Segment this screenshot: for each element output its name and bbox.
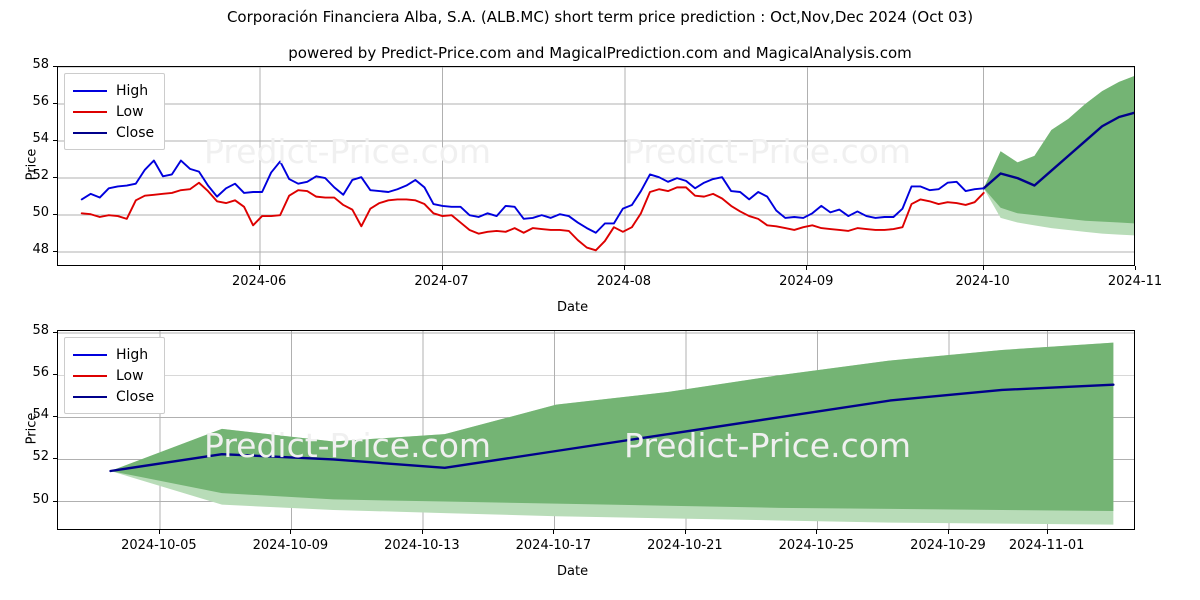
y-tick-mark — [53, 214, 57, 216]
overview-chart-panel: Predict-Price.com Predict-Price.com Pred… — [57, 66, 1135, 266]
chart-subtitle: powered by Predict-Price.com and Magical… — [288, 44, 912, 62]
y-tick-mark — [53, 66, 57, 67]
legend-label-low: Low — [116, 103, 144, 120]
watermark-detail-2: Predict-Price.com — [624, 426, 912, 465]
x-tick-label: 2024-11-01 — [1008, 538, 1085, 553]
legend-label-close: Close — [116, 388, 155, 405]
y-tick-mark — [53, 416, 57, 418]
x-tick-mark — [816, 530, 818, 534]
detail-y-axis-label: Price — [24, 412, 40, 445]
legend-item-close: Close — [73, 122, 154, 143]
x-tick-mark — [982, 266, 984, 270]
x-tick-mark — [623, 266, 625, 270]
y-tick-mark — [53, 103, 57, 105]
x-tick-mark — [1046, 530, 1048, 534]
x-tick-mark — [553, 530, 555, 534]
y-tick-label: 58 — [32, 323, 49, 339]
x-tick-mark — [441, 266, 443, 270]
legend-label-close: Close — [116, 124, 155, 141]
overview-x-axis-label: Date — [557, 300, 589, 315]
overview-legend: High Low Close — [64, 73, 166, 150]
x-tick-mark — [684, 530, 686, 534]
x-tick-mark — [290, 530, 292, 534]
watermark-overview-3: Predict-Price.com — [204, 263, 491, 265]
y-tick-label: 56 — [32, 94, 49, 110]
legend-label-high: High — [116, 346, 149, 363]
legend-swatch-low — [73, 374, 107, 377]
x-tick-label: 2024-10-17 — [515, 538, 592, 553]
detail-chart-panel: Predict-Price.com Predict-Price.com High… — [57, 330, 1135, 530]
x-tick-label: 2024-10-05 — [121, 538, 197, 553]
y-tick-label: 56 — [32, 365, 49, 381]
y-tick-mark — [53, 500, 57, 502]
legend-label-low: Low — [116, 367, 144, 384]
x-tick-mark — [806, 266, 808, 270]
y-tick-label: 58 — [32, 57, 49, 72]
prediction-figure: Corporación Financiera Alba, S.A. (ALB.M… — [0, 0, 1200, 600]
watermark-detail-1: Predict-Price.com — [204, 426, 492, 465]
legend-swatch-high — [73, 353, 107, 356]
x-tick-mark — [259, 266, 261, 270]
y-tick-mark — [53, 374, 57, 376]
y-tick-label: 50 — [32, 491, 49, 507]
legend-item-close: Close — [73, 386, 154, 407]
legend-swatch-close — [73, 131, 107, 134]
y-tick-label: 48 — [32, 242, 49, 258]
x-tick-mark — [947, 530, 949, 534]
legend-swatch-high — [73, 89, 107, 92]
x-tick-mark — [1135, 266, 1136, 270]
x-tick-label: 2024-06 — [231, 274, 287, 289]
x-tick-label: 2024-10-25 — [778, 538, 855, 553]
overview-y-axis-label: Price — [24, 148, 40, 181]
x-tick-label: 2024-07 — [414, 274, 469, 289]
legend-item-high: High — [73, 80, 154, 101]
x-tick-label: 2024-09 — [779, 274, 834, 289]
detail-x-axis-label: Date — [557, 564, 589, 579]
x-tick-mark — [158, 530, 160, 534]
legend-item-low: Low — [73, 101, 154, 122]
x-tick-label: 2024-08 — [596, 274, 652, 289]
overview-plot-area: Predict-Price.com Predict-Price.com Pred… — [57, 66, 1135, 266]
y-tick-label: 50 — [32, 205, 49, 221]
legend-swatch-low — [73, 110, 107, 113]
y-tick-mark — [53, 332, 57, 334]
y-tick-mark — [53, 251, 57, 253]
y-tick-mark — [53, 458, 57, 460]
x-tick-label: 2024-10-13 — [384, 538, 460, 553]
x-tick-label: 2024-10 — [955, 274, 1010, 289]
legend-label-high: High — [116, 82, 149, 99]
x-tick-label: 2024-10-21 — [647, 538, 723, 553]
y-tick-mark — [53, 140, 57, 142]
legend-item-low: Low — [73, 365, 154, 386]
watermark-overview-1: Predict-Price.com — [204, 132, 492, 171]
chart-title: Corporación Financiera Alba, S.A. (ALB.M… — [226, 8, 974, 26]
legend-swatch-close — [73, 395, 107, 398]
detail-legend: High Low Close — [64, 337, 166, 414]
x-tick-label: 2024-10-09 — [252, 538, 329, 553]
x-tick-mark — [421, 530, 423, 534]
x-tick-label: 2024-11 — [1107, 274, 1163, 289]
watermark-overview-2: Predict-Price.com — [624, 132, 912, 171]
detail-plot-area: Predict-Price.com Predict-Price.com — [57, 330, 1135, 530]
y-tick-mark — [53, 177, 57, 179]
legend-item-high: High — [73, 344, 154, 365]
